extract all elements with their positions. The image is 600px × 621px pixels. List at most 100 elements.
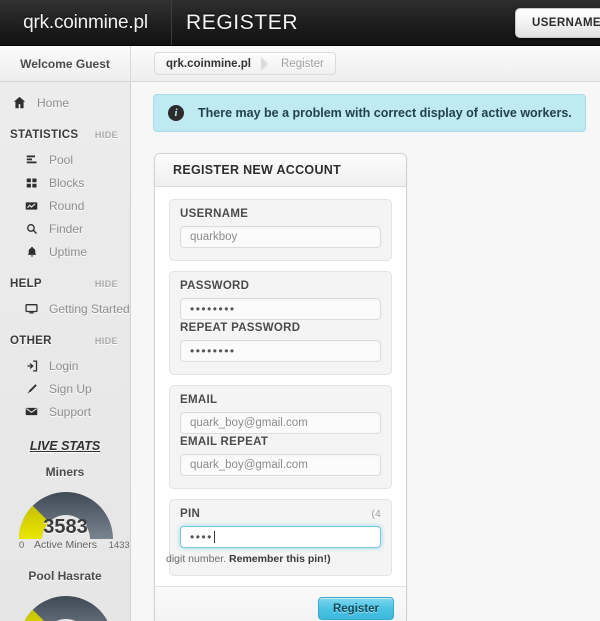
sidebar-item-round-label: Round (49, 198, 85, 213)
sidebar-item-uptime[interactable]: Uptime (16, 240, 130, 263)
sidebar-section-statistics-hide[interactable]: HIDE (95, 130, 118, 140)
sidebar-item-sign-up[interactable]: Sign Up (16, 377, 130, 400)
register-form: USERNAME quarkboy PASSWORD •••••••• REPE… (155, 187, 406, 621)
text-caret (213, 531, 215, 543)
sidebar-section-other-title: OTHER (10, 335, 52, 347)
info-icon: i (168, 105, 184, 121)
field-group-email: EMAIL quark_boy@gmail.com EMAIL REPEAT q… (169, 385, 392, 489)
email-repeat-label-text: EMAIL REPEAT (180, 436, 269, 448)
alert-banner: i There may be a problem with correct di… (153, 94, 586, 132)
welcome-label: Welcome Guest (0, 46, 131, 81)
sidebar-item-blocks[interactable]: Blocks (16, 171, 130, 194)
main-content: i There may be a problem with correct di… (131, 82, 600, 621)
gauge-pool-hashrate-arc (23, 596, 108, 621)
sidebar-section-help: HELP HIDE (0, 271, 130, 297)
gauge-title-pool-hashrate: Pool Hasrate (28, 569, 102, 583)
username-input[interactable]: quarkboy (180, 226, 381, 248)
email-label: EMAIL (180, 394, 381, 406)
alert-text: There may be a problem with correct disp… (198, 106, 572, 120)
top-bar: qrk.coinmine.pl REGISTER USERNAME (0, 0, 600, 46)
register-button[interactable]: Register (317, 597, 394, 620)
gauge-miners-min: 0 (19, 540, 25, 551)
pencil-icon (24, 383, 39, 395)
repeat-password-input-value: •••••••• (190, 344, 236, 358)
sidebar-item-getting-started[interactable]: Getting Started (16, 297, 130, 320)
sidebar-item-pool[interactable]: Pool (16, 148, 130, 171)
sidebar-section-help-title: HELP (10, 278, 42, 290)
live-stats-heading: LIVE STATS (29, 439, 101, 453)
sidebar-item-getting-started-label: Getting Started (49, 301, 130, 316)
sidebar-item-finder[interactable]: Finder (16, 217, 130, 240)
sidebar-item-home[interactable]: Home (0, 91, 130, 114)
field-group-username: USERNAME quarkboy (169, 199, 392, 261)
email-input[interactable]: quark_boy@gmail.com (180, 412, 381, 434)
sidebar-section-statistics-title: STATISTICS (10, 129, 79, 141)
email-repeat-input-value: quark_boy@gmail.com (190, 459, 308, 471)
brand-box[interactable]: qrk.coinmine.pl (0, 0, 172, 45)
gauge-miners-value: 3583 (43, 516, 88, 538)
sidebar-item-uptime-label: Uptime (49, 244, 88, 259)
envelope-icon (24, 406, 39, 417)
gauge-miners-max: 14332 (108, 540, 130, 551)
sidebar-section-help-hide[interactable]: HIDE (95, 279, 118, 289)
password-label-text: PASSWORD (180, 280, 250, 292)
breadcrumb-separator-icon (260, 53, 272, 74)
sidebar-item-pool-label: Pool (49, 152, 74, 167)
page-title: REGISTER (186, 10, 299, 34)
repeat-password-label: REPEAT PASSWORD (180, 322, 381, 334)
sidebar-item-home-label: Home (37, 95, 70, 110)
sidebar-item-round[interactable]: Round (16, 194, 130, 217)
email-repeat-label: EMAIL REPEAT (180, 436, 381, 448)
search-icon (24, 223, 39, 235)
home-icon (12, 96, 27, 109)
gauge-pool-hashrate: 3036.45 MH/s 0 12136 (0, 587, 130, 621)
breadcrumb: qrk.coinmine.pl Register (154, 52, 336, 75)
pin-hint-right: (4 (371, 509, 381, 520)
pin-label-text: PIN (180, 508, 201, 520)
grid-icon (24, 177, 39, 189)
pin-input-value: •••• (190, 530, 213, 544)
breadcrumb-item-home[interactable]: qrk.coinmine.pl (157, 53, 260, 74)
sidebar-section-statistics: STATISTICS HIDE (0, 122, 130, 148)
email-repeat-input[interactable]: quark_boy@gmail.com (180, 454, 381, 476)
username-label-text: USERNAME (180, 208, 249, 220)
password-label: PASSWORD (180, 280, 381, 292)
sidebar-section-statistics-items: Pool Blocks Round Finder Uptime (0, 148, 130, 263)
bar-chart-icon (24, 154, 39, 166)
brand-title: qrk.coinmine.pl (23, 11, 148, 33)
sidebar-item-sign-up-label: Sign Up (49, 381, 92, 396)
field-group-pin: PIN (4 •••• digit number. Remember this … (166, 499, 392, 576)
pin-hint-plain: digit number. (166, 553, 230, 565)
password-input[interactable]: •••••••• (180, 298, 381, 320)
monitor-icon (24, 303, 39, 315)
username-button[interactable]: USERNAME (514, 8, 600, 38)
register-panel: REGISTER NEW ACCOUNT USERNAME quarkboy P… (154, 153, 407, 621)
register-panel-footer: Register (155, 586, 406, 621)
gauge-title-miners: Miners (45, 465, 85, 479)
sub-bar: Welcome Guest qrk.coinmine.pl Register (0, 46, 600, 82)
sidebar-section-other: OTHER HIDE (0, 328, 130, 354)
sidebar-item-login-label: Login (49, 358, 79, 373)
sidebar-item-blocks-label: Blocks (49, 175, 85, 190)
register-panel-title: REGISTER NEW ACCOUNT (155, 154, 406, 187)
gauge-miners: 3583 Active Miners 0 14332 (0, 483, 130, 557)
password-input-value: •••••••• (190, 302, 236, 316)
breadcrumb-item-register: Register (281, 57, 324, 70)
sidebar-item-login[interactable]: Login (16, 354, 130, 377)
pin-hint-bold: Remember this pin!) (229, 553, 331, 565)
sidebar-item-support-label: Support (49, 404, 92, 419)
bell-icon (24, 246, 39, 258)
sidebar-section-other-hide[interactable]: HIDE (95, 336, 118, 346)
email-label-text: EMAIL (180, 394, 218, 406)
sidebar: Home STATISTICS HIDE Pool Blocks Round F… (0, 82, 131, 621)
sidebar-item-support[interactable]: Support (16, 400, 130, 423)
username-label: USERNAME (180, 208, 381, 220)
sidebar-section-help-items: Getting Started (0, 297, 130, 320)
pin-label: PIN (4 (180, 508, 381, 520)
sidebar-item-finder-label: Finder (49, 221, 84, 236)
repeat-password-input[interactable]: •••••••• (180, 340, 381, 362)
login-icon (24, 359, 39, 372)
sidebar-section-other-items: Login Sign Up Support (0, 354, 130, 423)
pin-input[interactable]: •••• (180, 526, 381, 548)
register-button-label: Register (332, 602, 379, 615)
